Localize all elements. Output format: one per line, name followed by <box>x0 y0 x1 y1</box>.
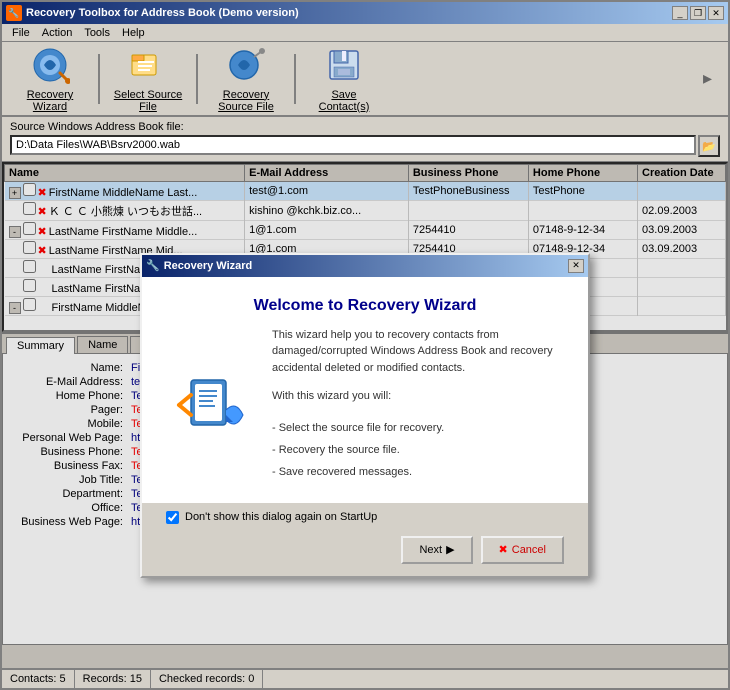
toolbar-sep-2 <box>196 54 198 104</box>
source-browse-button[interactable]: 📂 <box>698 135 720 157</box>
minimize-button[interactable]: _ <box>672 6 688 20</box>
recovery-source-label: Recovery Source File <box>211 89 281 113</box>
title-bar-left: 🔧 Recovery Toolbox for Address Book (Dem… <box>6 5 299 21</box>
menu-help[interactable]: Help <box>116 26 151 40</box>
restore-button[interactable]: ❐ <box>690 6 706 20</box>
menu-file[interactable]: File <box>6 26 36 40</box>
app-icon: 🔧 <box>6 5 22 21</box>
status-bar: Contacts: 5 Records: 15 Checked records:… <box>2 668 728 688</box>
toolbar-extra-indicator: ▸ <box>703 68 720 89</box>
menu-tools[interactable]: Tools <box>78 26 116 40</box>
dialog-checkbox-row: Don't show this dialog again on StartUp <box>166 511 564 524</box>
select-source-icon <box>128 45 168 85</box>
dialog-title-label: Recovery Wizard <box>164 260 253 272</box>
menu-bar: File Action Tools Help <box>2 24 728 42</box>
dont-show-checkbox[interactable] <box>166 511 179 524</box>
source-label: Source Windows Address Book file: <box>10 121 720 133</box>
recovery-wizard-dialog: 🔧 Recovery Wizard ✕ Welcome to Recovery … <box>140 253 590 578</box>
dialog-main-title: Welcome to Recovery Wizard <box>166 297 564 315</box>
toolbar-sep-1 <box>98 54 100 104</box>
next-icon: ▶ <box>446 543 454 556</box>
records-count: Records: 15 <box>75 670 151 688</box>
title-bar-buttons: _ ❐ ✕ <box>672 6 724 20</box>
dialog-title-icon: 🔧 <box>146 259 160 272</box>
dialog-body: Welcome to Recovery Wizard <box>142 277 588 503</box>
dialog-title-bar: 🔧 Recovery Wizard ✕ <box>142 255 588 277</box>
dialog-button-row: Next ▶ ✖ Cancel <box>166 536 564 564</box>
recovery-wizard-icon <box>30 45 70 85</box>
toolbar-select-source[interactable]: Select Source File <box>108 46 188 111</box>
toolbar-save-contacts[interactable]: Save Contact(s) <box>304 46 384 111</box>
browse-icon: 📂 <box>702 140 716 153</box>
dialog-step: - Save recovered messages. <box>272 461 564 483</box>
main-content: Name E-Mail Address Business Phone Home … <box>2 162 728 668</box>
dialog-icon-area <box>166 327 256 483</box>
toolbar: Recovery Wizard Select Source File <box>2 42 728 117</box>
dialog-description: This wizard help you to recovery contact… <box>272 327 564 377</box>
dialog-text-area: This wizard help you to recovery contact… <box>272 327 564 483</box>
toolbar-recovery-wizard[interactable]: Recovery Wizard <box>10 46 90 111</box>
dialog-title-text: 🔧 Recovery Wizard <box>146 259 252 272</box>
title-bar: 🔧 Recovery Toolbox for Address Book (Dem… <box>2 2 728 24</box>
toolbar-sep-3 <box>294 54 296 104</box>
main-window: 🔧 Recovery Toolbox for Address Book (Dem… <box>0 0 730 690</box>
next-button[interactable]: Next ▶ <box>401 536 472 564</box>
menu-action[interactable]: Action <box>36 26 79 40</box>
checked-records: Checked records: 0 <box>151 670 263 688</box>
recovery-wizard-label: Recovery Wizard <box>15 89 85 113</box>
source-input-row: 📂 <box>10 135 720 157</box>
close-button[interactable]: ✕ <box>708 6 724 20</box>
recovery-source-icon <box>226 45 266 85</box>
save-contacts-icon <box>324 45 364 85</box>
cancel-label: Cancel <box>512 544 546 556</box>
cancel-icon: ✖ <box>499 543 508 556</box>
window-title: Recovery Toolbox for Address Book (Demo … <box>26 7 299 19</box>
source-file-input[interactable] <box>10 135 696 155</box>
dialog-overlay: 🔧 Recovery Wizard ✕ Welcome to Recovery … <box>2 162 728 668</box>
select-source-label: Select Source File <box>113 89 183 113</box>
dialog-will-label: With this wizard you will: <box>272 388 564 405</box>
dialog-close-button[interactable]: ✕ <box>568 259 584 273</box>
source-bar: Source Windows Address Book file: 📂 <box>2 117 728 162</box>
dialog-footer: Don't show this dialog again on StartUp … <box>142 503 588 576</box>
toolbar-recovery-source[interactable]: Recovery Source File <box>206 46 286 111</box>
dont-show-label[interactable]: Don't show this dialog again on StartUp <box>185 511 377 523</box>
contacts-count: Contacts: 5 <box>2 670 75 688</box>
save-contacts-label: Save Contact(s) <box>309 89 379 113</box>
next-label: Next <box>419 544 442 556</box>
dialog-step: - Recovery the source file. <box>272 439 564 461</box>
dialog-content-area: This wizard help you to recovery contact… <box>166 327 564 483</box>
cancel-button[interactable]: ✖ Cancel <box>481 536 564 564</box>
dialog-step: - Select the source file for recovery. <box>272 417 564 439</box>
dialog-steps-list: - Select the source file for recovery.- … <box>272 417 564 483</box>
